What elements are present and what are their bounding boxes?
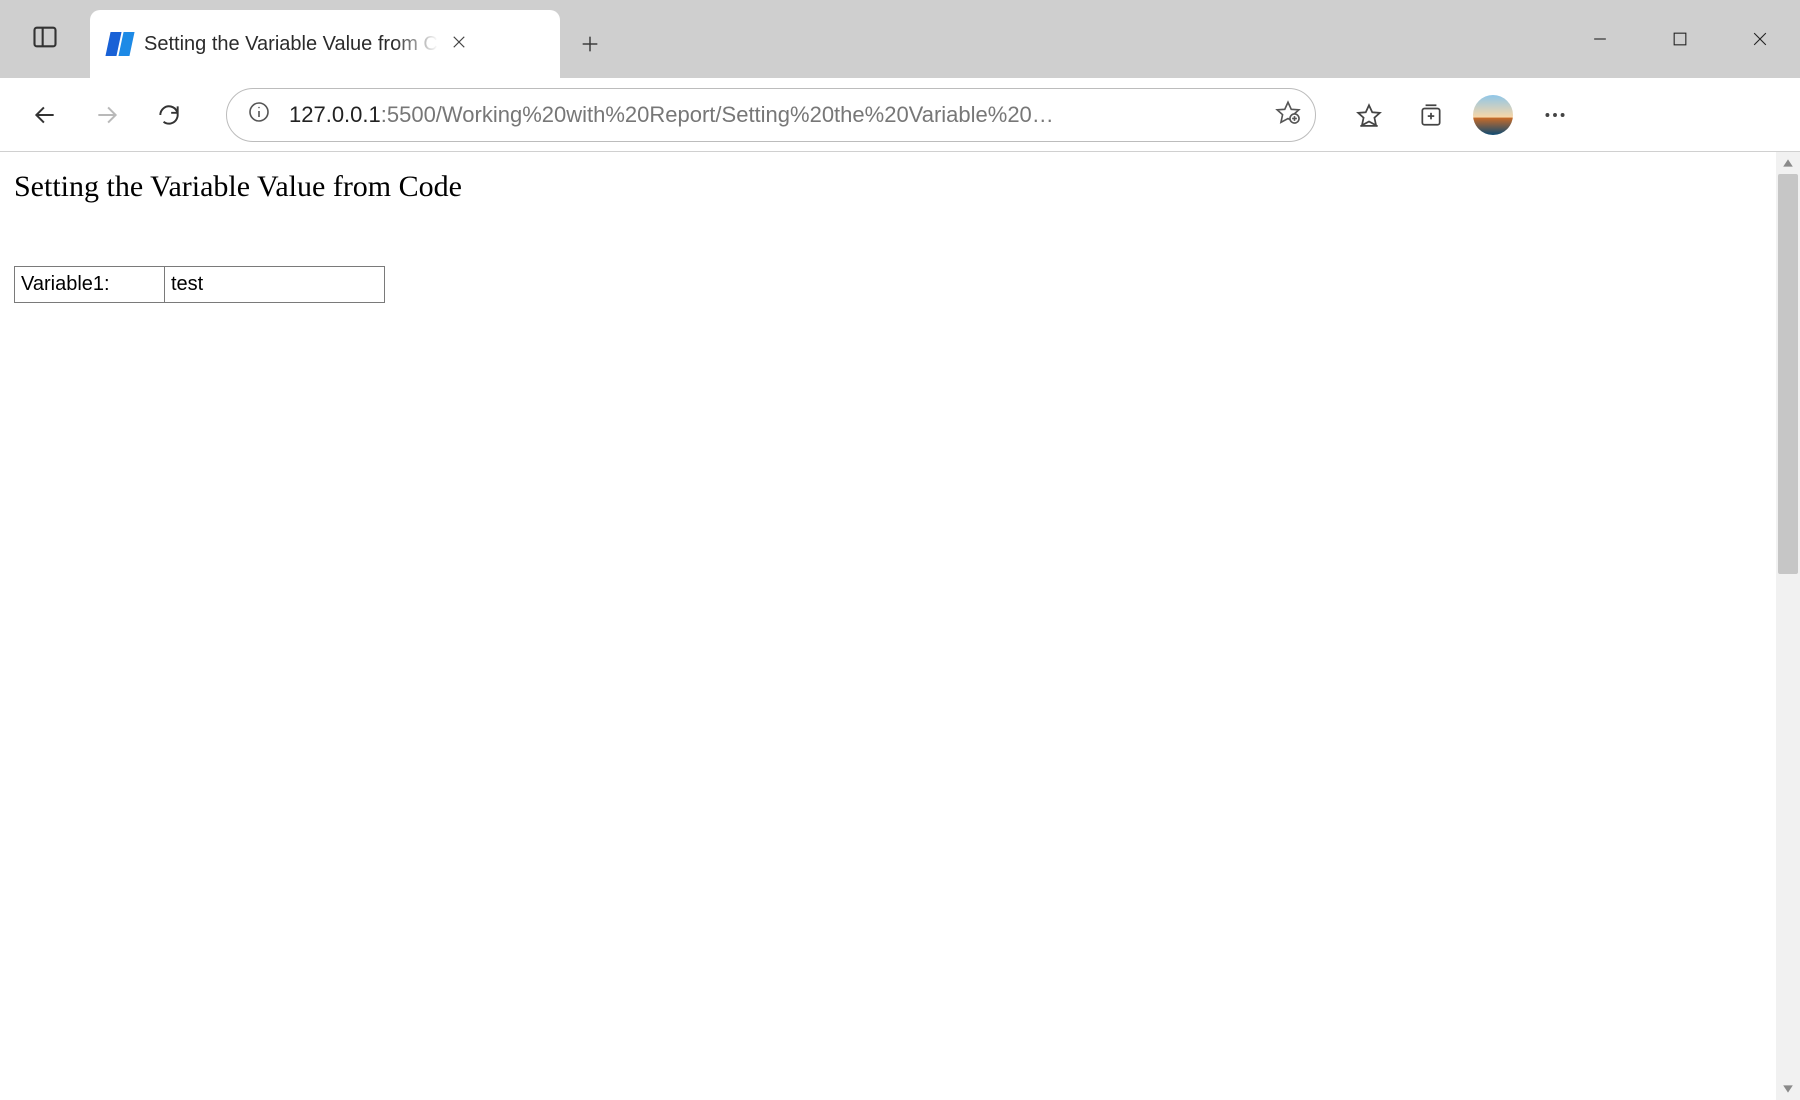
titlebar: Setting the Variable Value from C <box>0 0 1800 78</box>
site-favicon <box>108 32 132 56</box>
page-content: Setting the Variable Value from Code Var… <box>0 152 1800 321</box>
toolbar: 127.0.0.1:5500/Working%20with%20Report/S… <box>0 78 1800 152</box>
url-host: 127.0.0.1 <box>289 102 381 127</box>
window-controls <box>1560 0 1800 78</box>
close-window-button[interactable] <box>1720 9 1800 69</box>
maximize-button[interactable] <box>1640 9 1720 69</box>
table-row: Variable1: test <box>15 267 385 303</box>
viewport: Setting the Variable Value from Code Var… <box>0 152 1800 1100</box>
add-favorite-button[interactable] <box>1275 99 1301 130</box>
tab-title: Setting the Variable Value from C <box>144 33 438 56</box>
tab-panel-icon <box>31 23 59 56</box>
report-table: Variable1: test <box>14 266 385 303</box>
tab-actions-button[interactable] <box>0 0 90 78</box>
close-tab-button[interactable] <box>450 33 468 56</box>
scroll-track[interactable] <box>1776 174 1800 1078</box>
collections-button[interactable] <box>1404 88 1458 142</box>
minimize-button[interactable] <box>1560 9 1640 69</box>
new-tab-button[interactable] <box>560 10 620 78</box>
profile-button[interactable] <box>1466 88 1520 142</box>
scroll-up-button[interactable] <box>1776 152 1800 174</box>
forward-button[interactable] <box>80 88 134 142</box>
variable-value-cell: test <box>165 267 385 303</box>
page-heading: Setting the Variable Value from Code <box>14 170 1786 204</box>
address-bar[interactable]: 127.0.0.1:5500/Working%20with%20Report/S… <box>226 88 1316 142</box>
site-info-icon[interactable] <box>247 100 271 129</box>
refresh-button[interactable] <box>142 88 196 142</box>
active-tab[interactable]: Setting the Variable Value from C <box>90 10 560 78</box>
toolbar-right <box>1342 88 1582 142</box>
back-button[interactable] <box>18 88 72 142</box>
scroll-thumb[interactable] <box>1778 174 1798 574</box>
avatar <box>1473 95 1513 135</box>
variable-label-cell: Variable1: <box>15 267 165 303</box>
url-path: :5500/Working%20with%20Report/Setting%20… <box>381 102 1054 127</box>
url-text: 127.0.0.1:5500/Working%20with%20Report/S… <box>289 102 1257 128</box>
vertical-scrollbar[interactable] <box>1776 152 1800 1100</box>
more-menu-button[interactable] <box>1528 88 1582 142</box>
favorites-button[interactable] <box>1342 88 1396 142</box>
scroll-down-button[interactable] <box>1776 1078 1800 1100</box>
